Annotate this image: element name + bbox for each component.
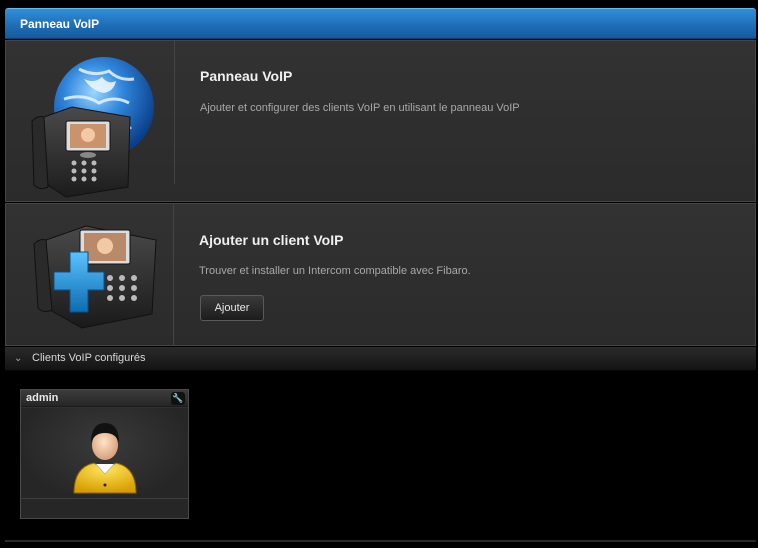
phone-plus-icon — [33, 225, 157, 329]
client-card-admin[interactable]: admin 🔧 — [20, 389, 189, 519]
add-client-button[interactable]: Ajouter — [200, 295, 264, 321]
clients-section-label: Clients VoIP configurés — [32, 352, 146, 364]
add-client-panel: Ajouter un client VoIP Trouver et instal… — [5, 203, 756, 346]
intro-title: Panneau VoIP — [200, 68, 293, 84]
wrench-icon[interactable]: 🔧 — [171, 392, 185, 405]
window-title-bar: Panneau VoIP — [5, 8, 756, 39]
clients-section-header[interactable]: ⌄ Clients VoIP configurés — [5, 347, 756, 371]
window-title: Panneau VoIP — [20, 17, 100, 31]
globe-phone-icon — [31, 57, 154, 198]
chevron-down-icon[interactable]: ⌄ — [14, 353, 22, 364]
client-name: admin — [26, 392, 59, 404]
user-avatar-icon — [73, 423, 137, 494]
add-client-description: Trouver et installer un Intercom compati… — [199, 265, 471, 277]
client-card-footer — [21, 498, 188, 518]
client-card-body — [21, 408, 188, 498]
add-client-title: Ajouter un client VoIP — [199, 232, 344, 248]
voip-panel-intro: Panneau VoIP Ajouter et configurer des c… — [5, 40, 756, 202]
intro-description: Ajouter et configurer des clients VoIP e… — [200, 102, 520, 114]
client-card-header: admin 🔧 — [21, 390, 188, 407]
